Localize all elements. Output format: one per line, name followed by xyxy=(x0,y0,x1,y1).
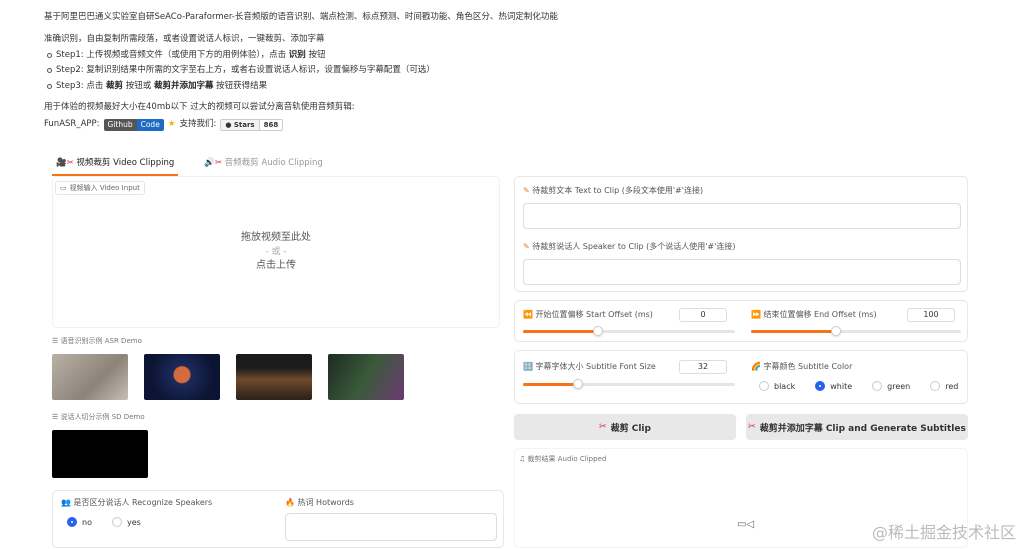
intro-line4: 用于体验的视频最好大小在40mb以下 过大的视频可以尝试分离音轨使用音频剪辑: xyxy=(44,102,355,113)
radio-yes-dot xyxy=(111,517,122,527)
badges-row: FunASR_APP: Github Code ★ 支持我们: ● Stars 86… xyxy=(44,118,964,131)
github-code-badge[interactable]: Github Code xyxy=(103,118,164,131)
steps-list: Step1: 上传视频或音频文件（或使用下方的用例体验），点击 识别 按钮 St… xyxy=(44,50,964,92)
watermark: @稀土掘金技术社区 xyxy=(871,523,1016,542)
click-upload: 点击上传 xyxy=(256,260,296,271)
font-size-title: 🔠 字幕字体大小 Subtitle Font Size xyxy=(523,362,656,371)
recognize-radio-group: no yes xyxy=(67,517,161,527)
sd-example-1[interactable] xyxy=(52,430,148,478)
start-offset-slider[interactable] xyxy=(523,326,735,336)
scissors-icon: ✂ xyxy=(748,422,756,432)
radio-no[interactable]: no xyxy=(67,517,92,527)
star-emoji-icon: ★ xyxy=(167,119,176,130)
intro-line2: 准确识别，自由复制所需段落，或者设置说话人标识，一键裁剪、添加字幕 xyxy=(44,34,325,45)
radio-no-dot xyxy=(67,517,77,527)
text-size-icon: 🔠 xyxy=(523,362,533,371)
radio-white[interactable]: white xyxy=(815,381,852,391)
font-size-input[interactable]: 32 xyxy=(679,360,727,374)
radio-black-dot xyxy=(759,381,769,391)
asr-example-3[interactable] xyxy=(236,354,312,400)
sd-demo-label: ☰ 说话人切分示例 SD Demo xyxy=(52,413,145,421)
recognize-speakers-title: 👥 是否区分说话人 Recognize Speakers xyxy=(61,498,213,507)
start-offset-fill xyxy=(523,330,598,333)
speaker-to-clip-title: ✎ 待裁剪说话人 Speaker to Clip (多个说话人使用'#'连接) xyxy=(523,242,736,251)
tab-audio-clipping[interactable]: 🔊✂ 音频裁剪 Audio Clipping xyxy=(200,152,327,176)
hotwords-title: 🔥 热词 Hotwords xyxy=(285,498,354,507)
font-size-thumb[interactable] xyxy=(573,379,583,389)
video-icon: ▭ xyxy=(60,184,67,192)
subtitle-color-title: 🌈 字幕颜色 Subtitle Color xyxy=(751,362,853,371)
fire-icon: 🔥 xyxy=(285,498,295,507)
asr-example-4[interactable] xyxy=(328,354,404,400)
pencil-icon: ✎ xyxy=(523,242,530,251)
video-camera-icon: ▭◁ xyxy=(737,519,755,530)
intro-line1: 基于阿里巴巴通义实验室自研SeACo-Paraformer-长音频版的语音识别、… xyxy=(44,12,558,22)
radio-green[interactable]: green xyxy=(872,381,910,391)
fast-forward-icon: ⏩ xyxy=(751,310,761,319)
clip-button[interactable]: ✂ 裁剪 Clip xyxy=(514,414,736,440)
text-to-clip-title: ✎ 待裁剪文本 Text to Clip (多段文本使用'#'连接) xyxy=(523,186,704,195)
funasr-label: FunASR_APP: xyxy=(44,119,100,130)
radio-red-dot xyxy=(930,381,941,391)
rewind-icon: ⏪ xyxy=(523,310,533,319)
start-offset-thumb[interactable] xyxy=(593,326,603,336)
asr-example-2[interactable] xyxy=(144,354,220,400)
tab-bar: 🎥✂ 视频裁剪 Video Clipping 🔊✂ 音频裁剪 Audio Cli… xyxy=(52,152,327,176)
font-size-fill xyxy=(523,383,576,386)
font-size-slider[interactable] xyxy=(523,379,735,389)
drop-or: - 或 - xyxy=(265,247,287,257)
film-icon: 🎥 xyxy=(56,158,67,168)
end-offset-thumb[interactable] xyxy=(831,326,841,336)
step1: Step1: 上传视频或音频文件（或使用下方的用例体验），点击 识别 按钮 xyxy=(47,50,964,61)
radio-black[interactable]: black xyxy=(759,381,795,391)
github-icon: ● xyxy=(225,120,232,129)
end-offset-slider[interactable] xyxy=(751,326,961,336)
audio-clipped-label: ♫ 裁剪结果 Audio Clipped xyxy=(519,455,607,463)
step2: Step2: 复制识别结果中所需的文字至右上方，或者右设置说话人标识，设置偏移与… xyxy=(47,65,964,76)
offset-panel: ⏪ 开始位置偏移 Start Offset (ms) 0 ⏩ 结束位置偏移 En… xyxy=(514,300,968,342)
asr-demo-label: ☰ 语音识别示例 ASR Demo xyxy=(52,337,142,345)
video-input-panel[interactable]: ▭ 视频输入 Video Input 拖放视频至此处 - 或 - 点击上传 xyxy=(52,176,500,328)
scissors-icon: ✂ xyxy=(66,158,74,168)
hotwords-input[interactable] xyxy=(285,513,497,541)
speaker-icon: 🔊 xyxy=(204,158,215,168)
radio-yes[interactable]: yes xyxy=(111,517,141,527)
radio-green-dot xyxy=(872,381,883,391)
drop-text: 拖放视频至此处 xyxy=(241,232,311,243)
pencil-icon: ✎ xyxy=(523,186,530,195)
start-offset-input[interactable]: 0 xyxy=(679,308,727,322)
recognize-speakers-panel: 👥 是否区分说话人 Recognize Speakers no yes 🔥 热词… xyxy=(52,490,504,548)
list-icon: ☰ xyxy=(52,337,59,345)
intro: 基于阿里巴巴通义实验室自研SeACo-Paraformer-长音频版的语音识别、… xyxy=(44,12,964,131)
radio-white-dot xyxy=(815,381,826,391)
video-input-label: ▭ 视频输入 Video Input xyxy=(55,181,145,195)
step3: Step3: 点击 裁剪 按钮或 裁剪并添加字幕 按钮获得结果 xyxy=(47,81,964,92)
subtitle-config-panel: 🔠 字幕字体大小 Subtitle Font Size 32 🌈 字幕颜色 Su… xyxy=(514,350,968,404)
scissors-icon: ✂ xyxy=(214,158,222,168)
end-offset-fill xyxy=(751,330,835,333)
scissors-icon: ✂ xyxy=(599,422,607,432)
rainbow-icon: 🌈 xyxy=(751,362,761,371)
people-icon: 👥 xyxy=(61,498,71,507)
start-offset-title: ⏪ 开始位置偏移 Start Offset (ms) xyxy=(523,310,653,319)
end-offset-input[interactable]: 100 xyxy=(907,308,955,322)
tab-video-clipping[interactable]: 🎥✂ 视频裁剪 Video Clipping xyxy=(52,152,179,176)
asr-demo-section: ☰ 语音识别示例 ASR Demo xyxy=(52,336,500,408)
speaker-to-clip-input[interactable] xyxy=(523,259,961,285)
music-icon: ♫ xyxy=(519,455,526,463)
asr-example-1[interactable] xyxy=(52,354,128,400)
text-to-clip-input[interactable] xyxy=(523,203,961,229)
radio-red[interactable]: red xyxy=(930,381,958,391)
list-icon: ☰ xyxy=(52,413,59,421)
support-text: 支持我们: xyxy=(179,119,217,130)
github-stars-badge[interactable]: ● Stars 868 xyxy=(220,118,284,131)
clip-subtitles-button[interactable]: ✂ 裁剪并添加字幕 Clip and Generate Subtitles xyxy=(746,414,968,440)
clip-text-panel: ✎ 待裁剪文本 Text to Clip (多段文本使用'#'连接) ✎ 待裁剪… xyxy=(514,176,968,292)
subtitle-color-radios: black white green red xyxy=(759,381,978,391)
end-offset-title: ⏩ 结束位置偏移 End Offset (ms) xyxy=(751,310,877,319)
sd-demo-section: ☰ 说话人切分示例 SD Demo xyxy=(52,412,500,482)
drop-zone[interactable]: 拖放视频至此处 - 或 - 点击上传 xyxy=(53,231,499,273)
